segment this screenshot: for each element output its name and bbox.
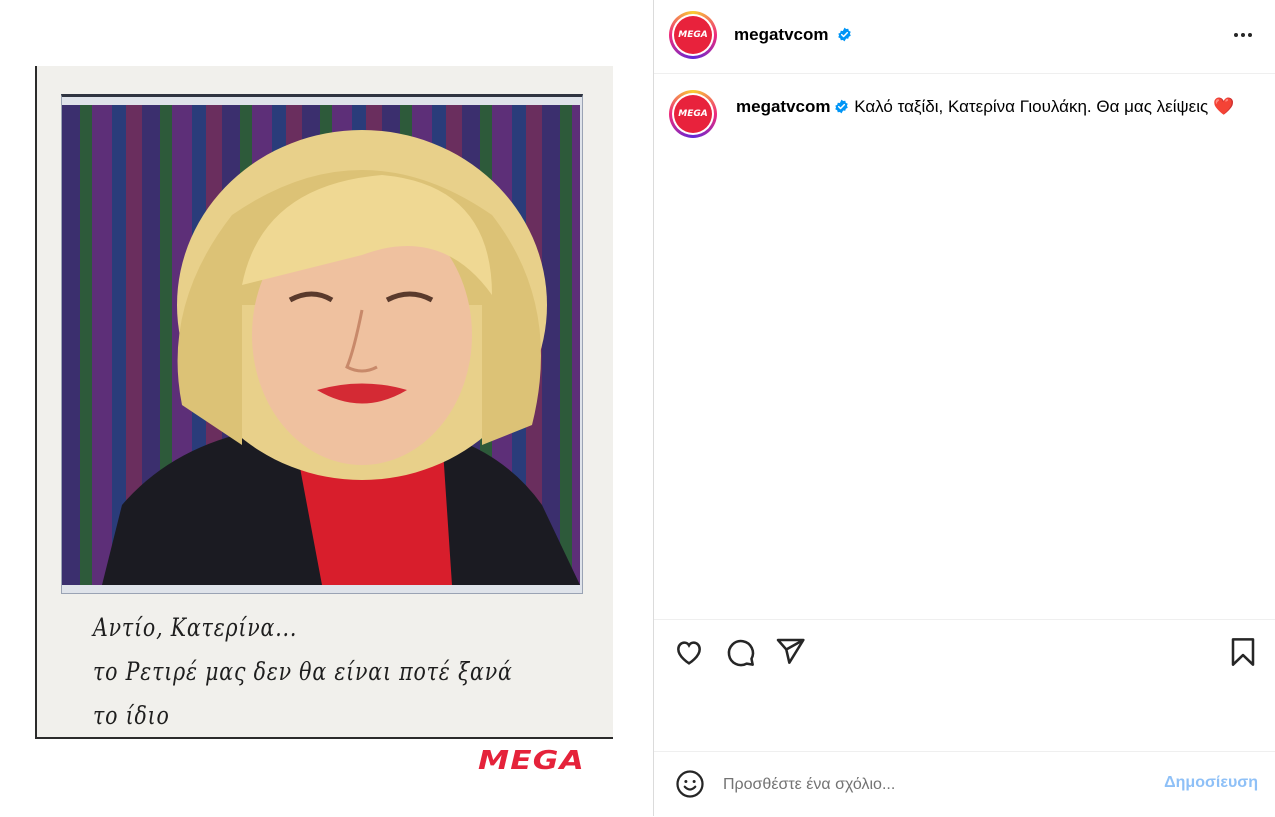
verified-badge-icon <box>838 27 851 42</box>
more-options-icon[interactable] <box>1231 23 1255 47</box>
comment-input[interactable] <box>723 772 1133 798</box>
caption-heart-emoji: ❤️ <box>1212 97 1235 116</box>
emoji-icon[interactable] <box>675 769 705 799</box>
avatar-logo-text: MEGA <box>674 16 712 54</box>
like-heart-icon[interactable] <box>673 636 705 668</box>
share-icon[interactable] <box>774 636 806 668</box>
caption-avatar-logo-text: MEGA <box>674 95 712 133</box>
polaroid-card: Αντίο, Κατερίνα... το Ρετιρέ μας δεν θα … <box>35 66 613 739</box>
photo-frame <box>61 94 583 594</box>
post-actions-bar <box>654 619 1275 752</box>
post-caption: megatvcom Καλό ταξίδι, Κατερίνα Γιουλάκη… <box>736 95 1256 119</box>
header-username[interactable]: megatvcom <box>734 25 828 44</box>
post-media[interactable]: Αντίο, Κατερίνα... το Ρετιρέ μας δεν θα … <box>0 0 653 816</box>
handwritten-message: Αντίο, Κατερίνα... το Ρετιρέ μας δεν θα … <box>93 606 519 738</box>
caption-avatar[interactable]: MEGA <box>669 90 717 138</box>
portrait-illustration <box>102 130 580 585</box>
comment-icon[interactable] <box>724 636 756 668</box>
profile-avatar[interactable]: MEGA <box>669 11 717 59</box>
mega-logo: MEGA <box>478 746 585 776</box>
post-side-panel: MEGA megatvcom MEGA megatvcom Καλό ταξίδ… <box>653 0 1275 816</box>
handwriting-line-2: το Ρετιρέ μας δεν θα είναι ποτέ ξανά το … <box>93 657 513 730</box>
caption-text: Καλό ταξίδι, Κατερίνα Γιουλάκη. Θα μας λ… <box>854 97 1209 116</box>
portrait-photo <box>62 105 580 585</box>
caption-verified-badge-icon <box>835 99 849 114</box>
add-comment-bar: Δημοσίευση <box>654 751 1275 817</box>
caption-username[interactable]: megatvcom <box>736 97 830 116</box>
bookmark-icon[interactable] <box>1227 636 1259 668</box>
post-header: MEGA megatvcom <box>654 0 1275 74</box>
post-comment-button[interactable]: Δημοσίευση <box>1164 774 1258 792</box>
handwriting-line-1: Αντίο, Κατερίνα... <box>93 613 298 642</box>
